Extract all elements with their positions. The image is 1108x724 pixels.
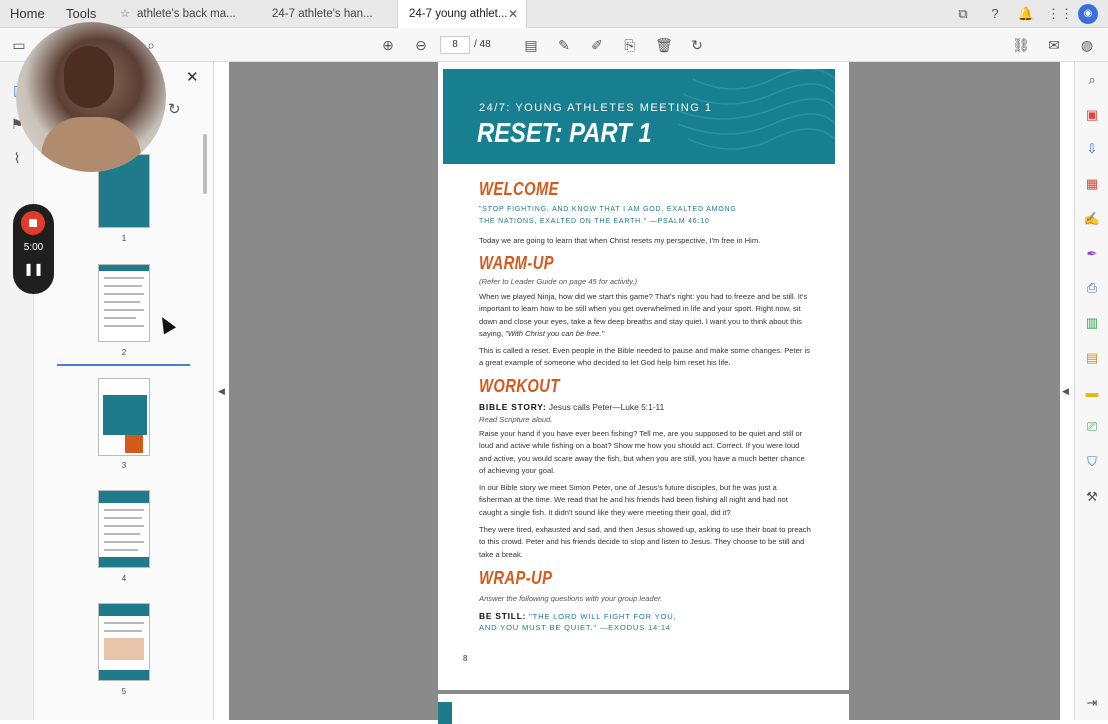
- export-pdf-icon[interactable]: ⇩: [1083, 140, 1101, 158]
- link-icon[interactable]: ⛓: [1011, 35, 1031, 55]
- warmup-paragraph-1: When we played Ninja, how did we start t…: [479, 291, 811, 340]
- thumbnail-page-2[interactable]: [98, 264, 150, 342]
- warmup-paragraph-2: This is called a reset. Even people in t…: [479, 346, 810, 368]
- print-production-icon[interactable]: ⎚: [1083, 418, 1101, 436]
- drop-indicator: [57, 364, 190, 366]
- stop-record-button[interactable]: [21, 211, 45, 235]
- welcome-heading: WELCOME: [479, 179, 559, 199]
- thumbnail-number: 2: [121, 348, 127, 357]
- right-tools-rail: ⌕ ▣ ⇩ ▦ ✍ ✒ ⎙ ▥ ▤ ▬ ⎚ ⛉ ⚒ ⇥: [1074, 62, 1108, 720]
- delete-icon[interactable]: 🗑: [654, 35, 674, 55]
- pdf-page: 24/7: YOUNG ATHLETES MEETING 1 RESET: PA…: [438, 62, 849, 690]
- stamp-icon[interactable]: ⎘: [620, 35, 640, 55]
- tab-document-2[interactable]: 24-7 athlete's han...: [260, 0, 396, 28]
- protect-icon[interactable]: ⛉: [1083, 453, 1101, 471]
- save-icon[interactable]: ▭: [9, 35, 29, 55]
- apps-grid-icon[interactable]: ⋮⋮: [1047, 4, 1073, 24]
- welcome-quote-line-1: "STOP FIGHTING, AND KNOW THAT I AM GOD, …: [479, 206, 737, 213]
- avatar[interactable]: ◉: [1078, 4, 1098, 24]
- be-still-line-2: AND YOU MUST BE QUIET." —EXODUS 14:14: [479, 623, 671, 632]
- tab-label: athlete's back ma...: [137, 8, 236, 20]
- tab-bar: Home Tools ☆ athlete's back ma... 24-7 a…: [0, 0, 1108, 28]
- thumbnail-page-3[interactable]: [98, 378, 150, 456]
- thumbnail-number: 1: [121, 234, 127, 243]
- share-icon[interactable]: ⧉: [953, 4, 973, 24]
- wrapup-note: Answer the following questions with your…: [479, 594, 663, 603]
- webcam-video: [16, 22, 166, 172]
- workout-heading: WORKOUT: [479, 376, 560, 396]
- next-page-icon[interactable]: ⊖: [411, 35, 431, 55]
- workout-paragraph-1: Raise your hand if you have ever been fi…: [479, 429, 805, 475]
- thumbnail-number: 5: [121, 687, 127, 696]
- page-number: 8: [463, 654, 468, 663]
- tab-document-1[interactable]: ☆ athlete's back ma...: [112, 0, 258, 28]
- bible-story-text: Jesus calls Peter—Luke 5:1-11: [546, 402, 665, 412]
- page-title: RESET: PART 1: [477, 117, 652, 148]
- thumbnail-page-4[interactable]: [98, 490, 150, 568]
- tab-document-3[interactable]: 24-7 young athlet... ✕: [397, 0, 527, 28]
- collapse-right-icon[interactable]: ◀: [1062, 386, 1069, 397]
- warmup-note: (Refer to Leader Guide on page 45 for ac…: [479, 277, 638, 286]
- meeting-kicker: 24/7: YOUNG ATHLETES MEETING 1: [479, 102, 713, 114]
- create-pdf-icon[interactable]: ▣: [1083, 106, 1101, 124]
- previous-page-icon[interactable]: ⊕: [378, 35, 398, 55]
- close-panel-icon[interactable]: ✕: [186, 68, 199, 86]
- be-still-label: BE STILL:: [479, 611, 527, 621]
- left-rail: ▯ ⚑ ⌇: [0, 62, 34, 720]
- zoom-icon[interactable]: ⌕: [1083, 71, 1101, 89]
- read-scripture-note: Read Scripture aloud.: [479, 415, 553, 424]
- pause-icon[interactable]: ❚❚: [13, 262, 54, 276]
- star-icon: ☆: [120, 8, 130, 20]
- document-icon[interactable]: ▤: [1083, 349, 1101, 367]
- recorder-control: 5:00 ❚❚: [13, 204, 54, 294]
- collapse-rail-icon[interactable]: ⇥: [1083, 694, 1101, 712]
- comment-tool-icon[interactable]: ▬: [1083, 384, 1101, 402]
- home-tab[interactable]: Home: [10, 0, 45, 28]
- rotate-icon[interactable]: ↻: [687, 35, 707, 55]
- page-total: / 48: [474, 39, 491, 50]
- draw-icon[interactable]: ✐: [587, 35, 607, 55]
- tab-label: 24-7 athlete's han...: [272, 8, 373, 20]
- thumbnail-number: 3: [121, 461, 127, 470]
- page-number-input[interactable]: 8: [440, 36, 470, 54]
- record-timer: 5:00: [23, 242, 44, 253]
- page-banner: 24/7: YOUNG ATHLETES MEETING 1 RESET: PA…: [443, 69, 835, 164]
- bible-story-line: BIBLE STORY: Jesus calls Peter—Luke 5:1-…: [479, 401, 811, 413]
- comment-icon[interactable]: ▤: [521, 35, 541, 55]
- warmup-heading: WARM-UP: [479, 253, 555, 273]
- fill-sign-icon[interactable]: ✒: [1083, 245, 1101, 263]
- close-tab-icon[interactable]: ✕: [508, 0, 518, 28]
- email-icon[interactable]: ✉: [1044, 35, 1064, 55]
- bell-icon[interactable]: 🔔: [1016, 4, 1036, 24]
- highlight-pen-icon[interactable]: ✎: [554, 35, 574, 55]
- thumbnail-number: 4: [121, 574, 127, 583]
- attachment-icon[interactable]: ⌇: [9, 150, 25, 166]
- workout-paragraph-3: They were tired, exhausted and sad, and …: [479, 525, 811, 559]
- toolbar: ▭ ⌕ ⊕ ⊖ 8 / 48 ▤ ✎ ✐ ⎘ 🗑 ↻ ⛓ ✉ ◍: [0, 28, 1108, 62]
- rotate-thumbnails-icon[interactable]: ↻: [168, 100, 181, 118]
- excel-export-icon[interactable]: ▥: [1083, 314, 1101, 332]
- edit-pdf-icon[interactable]: ✍: [1083, 210, 1101, 228]
- wrapup-heading: WRAP-UP: [479, 568, 553, 588]
- welcome-quote-line-2: THE NATIONS, EXALTED ON THE EARTH." —PSA…: [479, 218, 710, 225]
- tab-label: 24-7 young athlet...: [409, 8, 508, 20]
- collapse-left-icon[interactable]: ◀: [218, 386, 225, 397]
- thumbnail-page-5[interactable]: [98, 603, 150, 681]
- bible-story-label: BIBLE STORY:: [479, 402, 547, 412]
- workout-paragraph-2: In our Bible story we meet Simon Peter, …: [479, 483, 788, 517]
- be-still-quote-1: "THE LORD WILL FIGHT FOR YOU,: [526, 612, 677, 621]
- welcome-body: Today we are going to learn that when Ch…: [479, 236, 761, 245]
- account-icon[interactable]: ◍: [1077, 35, 1097, 55]
- scan-icon[interactable]: ⎙: [1083, 279, 1101, 297]
- organize-pages-icon[interactable]: ▦: [1083, 175, 1101, 193]
- warmup-emphasis: "With Christ you can be free.": [505, 328, 605, 338]
- thumbnail-scrollbar[interactable]: [203, 134, 207, 194]
- more-tools-icon[interactable]: ⚒: [1083, 488, 1101, 506]
- help-icon[interactable]: ?: [985, 4, 1005, 24]
